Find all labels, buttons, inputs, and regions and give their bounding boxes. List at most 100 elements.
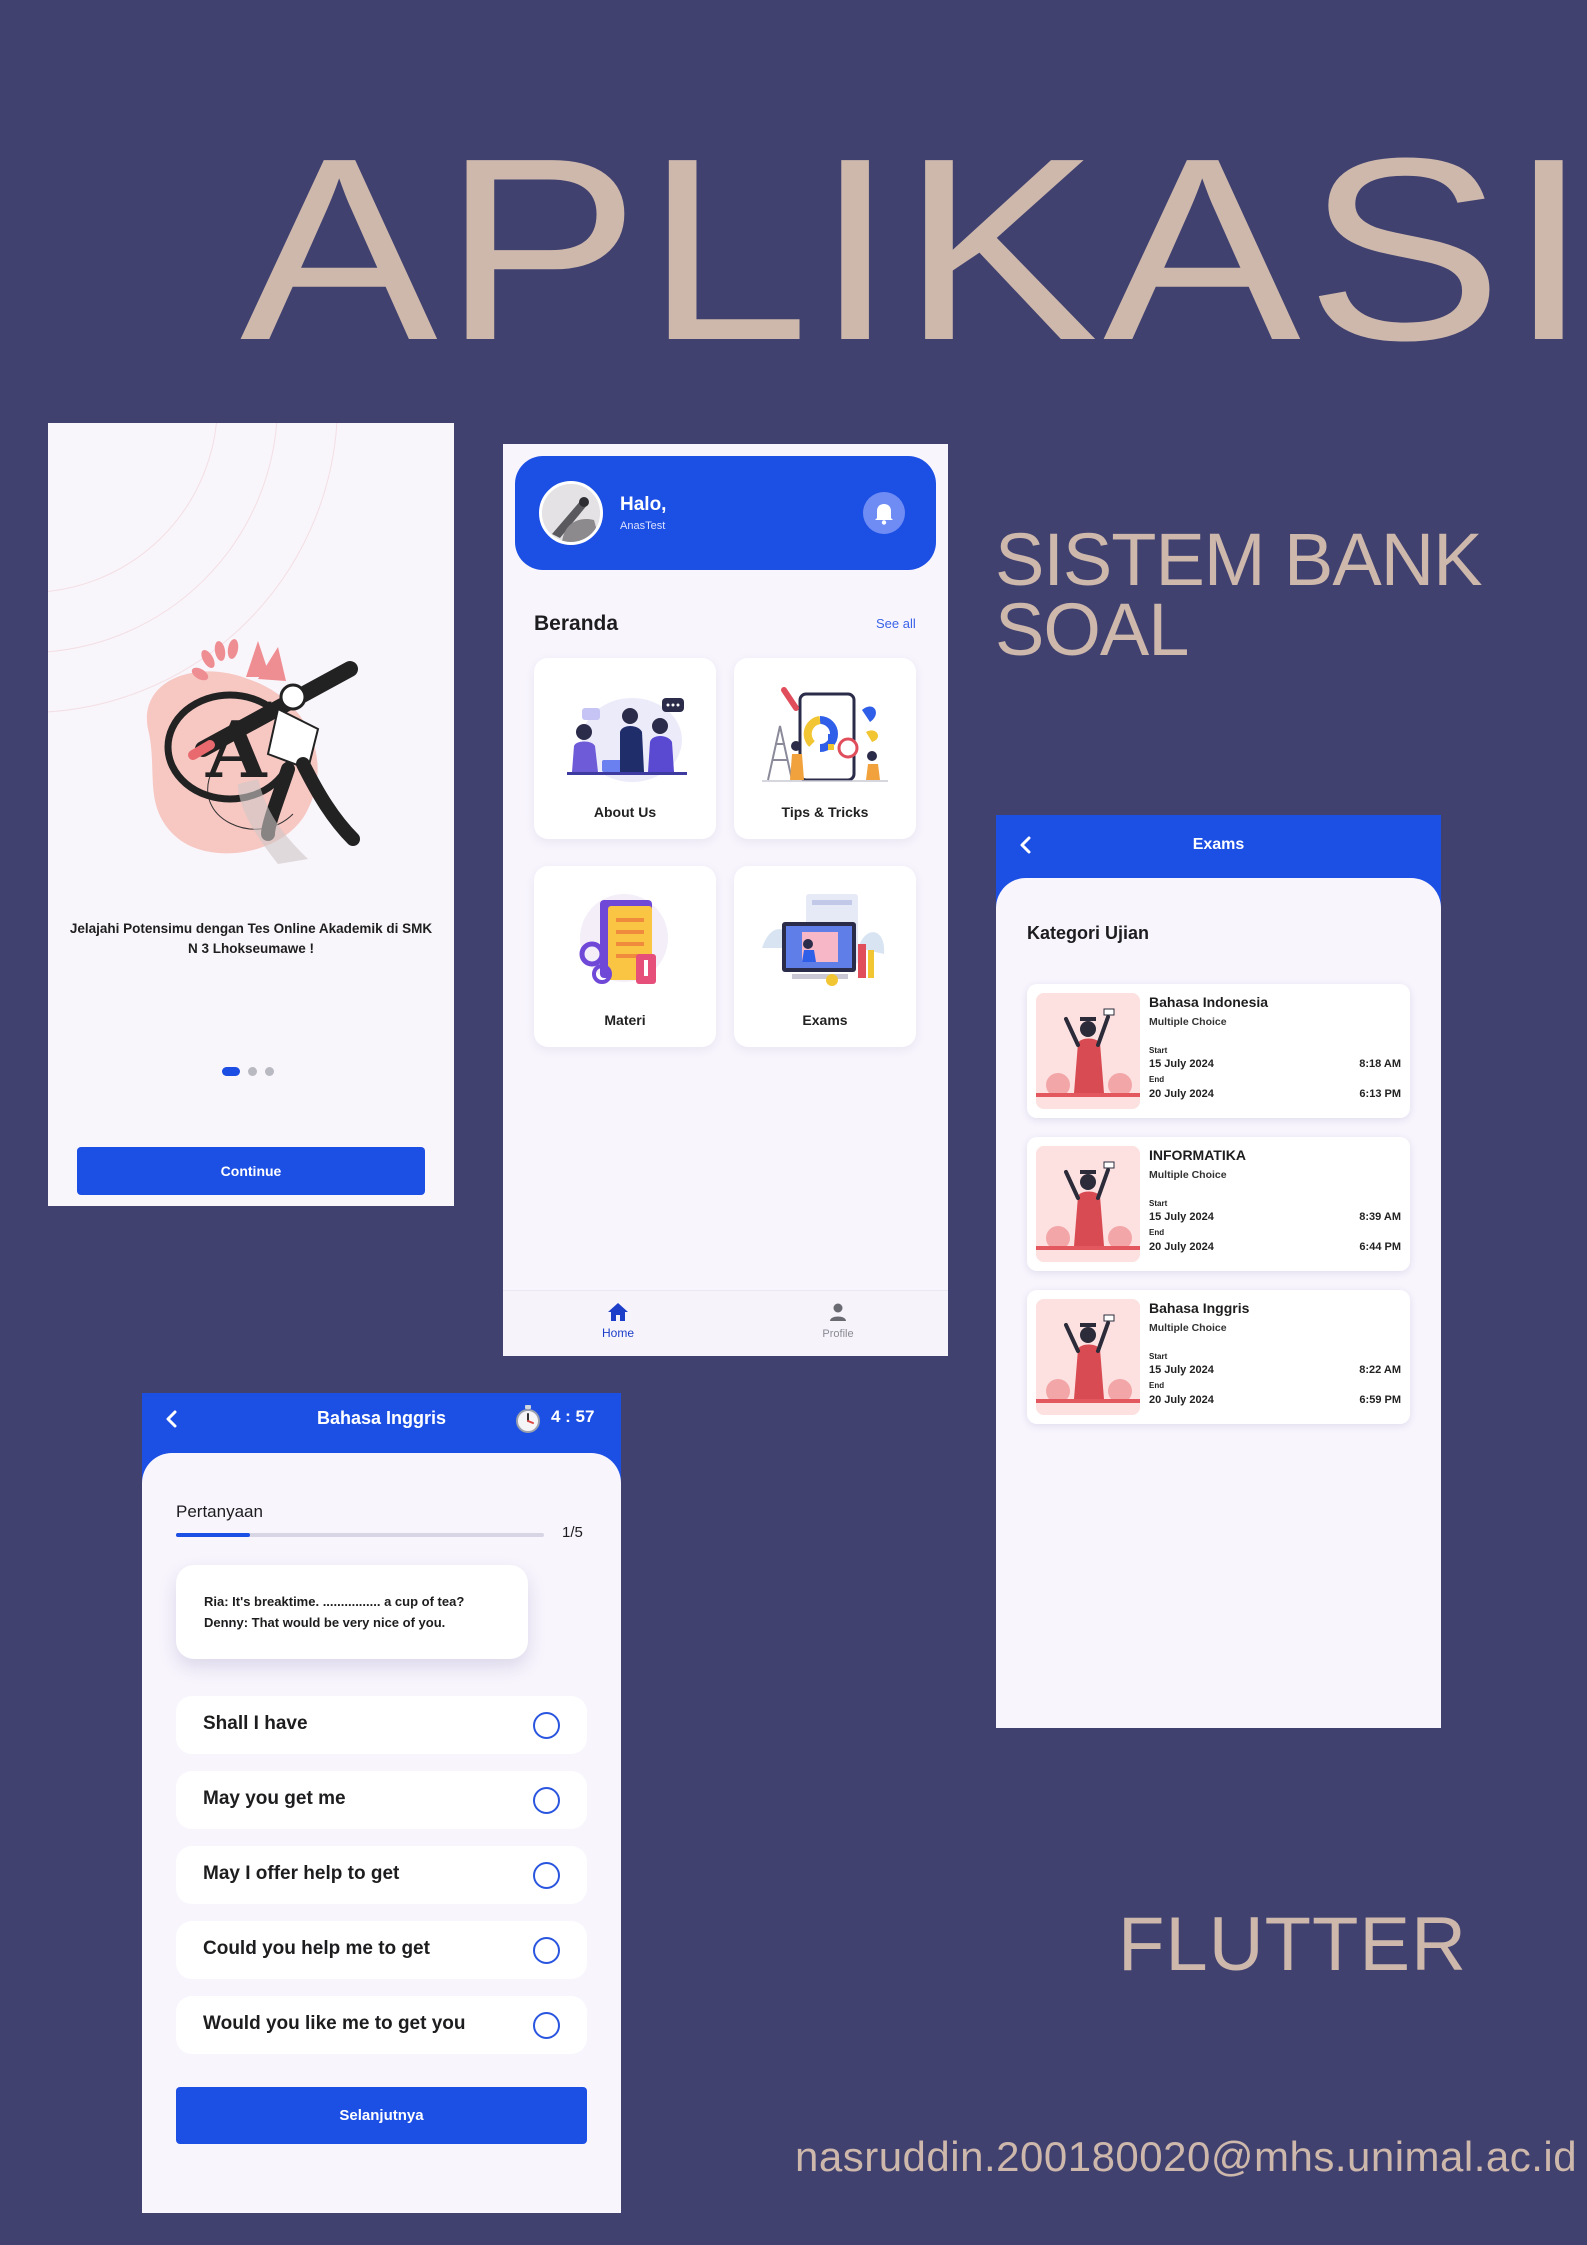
answer-option[interactable]: May you get me xyxy=(176,1771,587,1829)
end-time: 6:44 PM xyxy=(1359,1241,1401,1253)
progress-bar xyxy=(176,1533,544,1537)
bell-icon xyxy=(875,504,893,525)
exam-thumbnail xyxy=(1036,1299,1140,1415)
question-line: Denny: That would be very nice of you. xyxy=(204,1615,446,1630)
graduate-illustration xyxy=(1036,993,1140,1109)
question-line: Ria: It's breaktime. ................ a … xyxy=(204,1594,465,1609)
graduate-illustration xyxy=(1036,1299,1140,1415)
start-date: 15 July 2024 xyxy=(1149,1211,1214,1223)
end-date: 20 July 2024 xyxy=(1149,1088,1214,1100)
about-us-illustration xyxy=(567,698,687,782)
end-time: 6:59 PM xyxy=(1359,1394,1401,1406)
end-time: 6:13 PM xyxy=(1359,1088,1401,1100)
home-header: Halo, AnasTest xyxy=(515,456,936,570)
pager-dots xyxy=(222,1067,274,1076)
start-date: 15 July 2024 xyxy=(1149,1364,1214,1376)
avatar-image xyxy=(542,484,600,542)
answer-option-label: May you get me xyxy=(203,1788,346,1809)
poster-framework: FLUTTER xyxy=(1118,1902,1467,1987)
quiz-title: Bahasa Inggris xyxy=(316,1408,447,1428)
radio-button[interactable] xyxy=(533,1712,560,1739)
end-label: End xyxy=(1149,1075,1165,1084)
poster-subtitle: SISTEM BANK SOAL xyxy=(995,518,1555,671)
card-tips-tricks[interactable]: Tips & Tricks xyxy=(734,658,916,839)
page-title: Exams xyxy=(1192,836,1245,853)
progress-bar-fill xyxy=(176,1533,250,1537)
exams-body: Kategori Ujian Bahasa Indonesia Multiple… xyxy=(996,878,1441,1728)
question-section-label: Pertanyaan xyxy=(176,1502,263,1521)
answer-option[interactable]: May I offer help to get xyxy=(176,1846,587,1904)
greeting: Halo, xyxy=(620,494,667,515)
quiz-body: Pertanyaan 1/5 Ria: It's breaktime. ....… xyxy=(142,1453,621,2213)
pager-dot[interactable] xyxy=(248,1067,257,1076)
card-label: About Us xyxy=(593,804,657,820)
start-time: 8:18 AM xyxy=(1359,1058,1401,1070)
start-label: Start xyxy=(1149,1352,1168,1361)
end-label: End xyxy=(1149,1228,1165,1237)
exam-name: Bahasa Inggris xyxy=(1149,1300,1250,1316)
answer-option[interactable]: Shall I have xyxy=(176,1696,587,1754)
poster-subtitle-line-1: SISTEM BANK xyxy=(995,518,1483,601)
continue-button[interactable]: Continue xyxy=(77,1147,425,1195)
start-date: 15 July 2024 xyxy=(1149,1058,1214,1070)
start-label: Start xyxy=(1149,1046,1168,1055)
pager-dot[interactable] xyxy=(265,1067,274,1076)
exam-type: Multiple Choice xyxy=(1149,1169,1227,1181)
radio-button[interactable] xyxy=(533,1787,560,1814)
end-date: 20 July 2024 xyxy=(1149,1394,1214,1406)
answer-option-label: Could you help me to get xyxy=(203,1938,430,1959)
card-about-us[interactable]: About Us xyxy=(534,658,716,839)
exam-type: Multiple Choice xyxy=(1149,1322,1227,1334)
card-label: Exams xyxy=(802,1012,848,1028)
bottom-nav: Home Profile xyxy=(503,1290,948,1356)
see-all-link[interactable]: See all xyxy=(876,616,916,631)
notification-button[interactable] xyxy=(863,492,905,534)
exams-illustration xyxy=(762,894,885,986)
quiz-timer: 4 : 57 xyxy=(551,1407,595,1426)
question-card: Ria: It's breaktime. ................ a … xyxy=(176,1565,528,1659)
card-label: Materi xyxy=(604,1012,646,1028)
exam-card-informatika[interactable]: INFORMATIKA Multiple Choice Start 15 Jul… xyxy=(1027,1137,1410,1271)
answer-option-label: Would you like me to get you xyxy=(203,2013,466,2034)
start-time: 8:22 AM xyxy=(1359,1364,1401,1376)
radio-button[interactable] xyxy=(533,1862,560,1889)
onboarding-screen: A + Jelajahi Potensimu dengan Tes Online… xyxy=(48,423,454,1206)
section-title: Beranda xyxy=(534,612,619,635)
avatar[interactable] xyxy=(539,481,603,545)
exam-name: INFORMATIKA xyxy=(1149,1147,1246,1163)
home-icon xyxy=(608,1303,628,1321)
radio-button[interactable] xyxy=(533,2012,560,2039)
exam-thumbnail xyxy=(1036,993,1140,1109)
onboarding-tagline: Jelajahi Potensimu dengan Tes Online Aka… xyxy=(69,921,433,956)
poster-subtitle-line-2: SOAL xyxy=(995,588,1189,671)
exam-card-bahasa-inggris[interactable]: Bahasa Inggris Multiple Choice Start 15 … xyxy=(1027,1290,1410,1424)
exams-screen: Exams Kategori Ujian Bahasa Indonesia Mu… xyxy=(996,815,1441,1728)
poster-email: nasruddin.200180020@mhs.unimal.ac.id xyxy=(795,2133,1578,2180)
profile-icon xyxy=(830,1303,846,1321)
tips-tricks-illustration xyxy=(762,687,888,782)
onboarding-illustration: A + xyxy=(146,639,360,864)
graduate-illustration xyxy=(1036,1146,1140,1262)
start-time: 8:39 AM xyxy=(1359,1211,1401,1223)
poster-title: APLIKASI xyxy=(240,105,1587,395)
answer-option-label: Shall I have xyxy=(203,1713,308,1734)
quiz-screen: Bahasa Inggris 4 : 57 Pertanyaan 1/5 Ria… xyxy=(142,1393,621,2213)
answer-option-label: May I offer help to get xyxy=(203,1863,400,1884)
card-materi[interactable]: Materi xyxy=(534,866,716,1047)
next-button[interactable]: Selanjutnya xyxy=(176,2087,587,2144)
exam-thumbnail xyxy=(1036,1146,1140,1262)
nav-profile[interactable]: Profile xyxy=(803,1291,873,1356)
materi-illustration xyxy=(579,894,668,984)
nav-home[interactable]: Home xyxy=(583,1291,653,1356)
answer-option[interactable]: Would you like me to get you xyxy=(176,1996,587,2054)
radio-button[interactable] xyxy=(533,1937,560,1964)
home-screen: Halo, AnasTest Beranda See all About Us xyxy=(503,444,948,1356)
exam-card-bahasa-indonesia[interactable]: Bahasa Indonesia Multiple Choice Start 1… xyxy=(1027,984,1410,1118)
end-date: 20 July 2024 xyxy=(1149,1241,1214,1253)
card-exams[interactable]: Exams xyxy=(734,866,916,1047)
pager-dot-active[interactable] xyxy=(222,1067,240,1076)
username: AnasTest xyxy=(620,520,666,532)
answer-option[interactable]: Could you help me to get xyxy=(176,1921,587,1979)
progress-count: 1/5 xyxy=(562,1524,583,1541)
start-label: Start xyxy=(1149,1199,1168,1208)
